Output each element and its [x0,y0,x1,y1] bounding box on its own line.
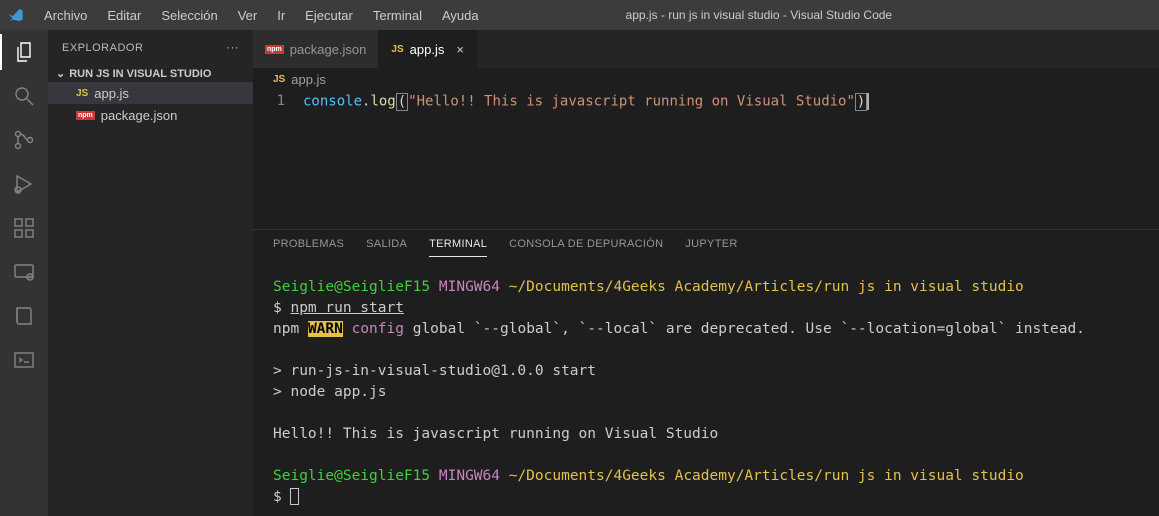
editor-area: npm package.json JS app.js × JS app.js 1… [253,30,1159,516]
folder-root[interactable]: ⌄ RUN JS IN VISUAL STUDIO [48,65,253,82]
file-label: app.js [94,86,129,101]
token-object: console [303,94,362,110]
menu-ir[interactable]: Ir [269,4,293,27]
sidebar-more-icon[interactable]: ··· [227,42,240,54]
panel-tabs: PROBLEMAS SALIDA TERMINAL CONSOLA DE DEP… [253,230,1159,265]
explorer-sidebar: EXPLORADOR ··· ⌄ RUN JS IN VISUAL STUDIO… [48,30,253,516]
js-icon: JS [273,74,285,85]
editor-cursor [867,93,869,110]
terminal-output-line: Hello!! This is javascript running on Vi… [273,426,718,442]
terminal-npm: npm [273,321,299,337]
folder-name: RUN JS IN VISUAL STUDIO [69,68,211,80]
bottom-panel: PROBLEMAS SALIDA TERMINAL CONSOLA DE DEP… [253,229,1159,516]
titlebar: Archivo Editar Selección Ver Ir Ejecutar… [0,0,1159,30]
panel-tab-salida[interactable]: SALIDA [366,238,407,257]
panel-tab-problemas[interactable]: PROBLEMAS [273,238,344,257]
breadcrumb[interactable]: JS app.js [253,68,1159,91]
menu-ejecutar[interactable]: Ejecutar [297,4,361,27]
line-number: 1 [253,93,303,110]
remote-icon[interactable] [10,258,38,286]
terminal-command: npm run start [290,300,404,316]
terminal-panel-icon[interactable] [10,346,38,374]
search-icon[interactable] [10,82,38,110]
js-icon: JS [391,44,403,55]
panel-tab-jupyter[interactable]: JUPYTER [685,238,737,257]
code-content[interactable]: console.log("Hello!! This is javascript … [303,93,869,110]
window-title: app.js - run js in visual studio - Visua… [491,8,1027,22]
extensions-icon[interactable] [10,214,38,242]
chevron-down-icon: ⌄ [56,67,65,80]
terminal-host: MINGW64 [439,468,500,484]
terminal-user: Seiglie@SeiglieF15 [273,279,430,295]
source-control-icon[interactable] [10,126,38,154]
terminal-host: MINGW64 [439,279,500,295]
file-package-json[interactable]: npm package.json [48,104,253,126]
tab-label: app.js [410,42,445,57]
token-string: "Hello!! This is javascript running on V… [408,94,855,110]
terminal-path: ~/Documents/4Geeks Academy/Articles/run … [509,279,1024,295]
terminal-line: > run-js-in-visual-studio@1.0.0 start [273,363,596,379]
terminal-warn-badge: WARN [308,321,343,337]
token-method: log [370,94,395,110]
sidebar-title: EXPLORADOR [62,42,143,54]
terminal-path: ~/Documents/4Geeks Academy/Articles/run … [509,468,1024,484]
terminal-warn-word: config [352,321,404,337]
menu-terminal[interactable]: Terminal [365,4,430,27]
menu-seleccion[interactable]: Selección [153,4,225,27]
js-icon: JS [76,88,88,99]
vscode-logo-icon [8,7,24,23]
menu-archivo[interactable]: Archivo [36,4,95,27]
tab-package-json[interactable]: npm package.json [253,30,379,68]
terminal-prompt: $ [273,300,290,316]
menu-ver[interactable]: Ver [230,4,266,27]
explorer-icon[interactable] [10,38,38,66]
terminal-warn-rest: global `--global`, `--local` are depreca… [404,321,1085,337]
close-icon[interactable]: × [456,42,464,57]
editor-line[interactable]: 1 console.log("Hello!! This is javascrip… [253,91,1159,112]
token-paren-open: ( [396,93,408,111]
file-app-js[interactable]: JS app.js [48,82,253,104]
token-paren-close: ) [855,93,867,111]
tab-label: package.json [290,42,367,57]
file-label: package.json [101,108,178,123]
panel-tab-terminal[interactable]: TERMINAL [429,238,487,257]
menu-editar[interactable]: Editar [99,4,149,27]
editor-tabs: npm package.json JS app.js × [253,30,1159,68]
tab-app-js[interactable]: JS app.js × [379,30,477,68]
menu-ayuda[interactable]: Ayuda [434,4,487,27]
terminal-user: Seiglie@SeiglieF15 [273,468,430,484]
terminal-prompt: $ [273,489,282,505]
terminal-line: > node app.js [273,384,387,400]
activity-bar [0,30,48,516]
breadcrumb-label: app.js [291,72,326,87]
npm-icon: npm [265,45,284,54]
run-debug-icon[interactable] [10,170,38,198]
panel-tab-consola[interactable]: CONSOLA DE DEPURACIÓN [509,238,663,257]
book-icon[interactable] [10,302,38,330]
terminal-cursor [290,488,299,505]
npm-icon: npm [76,111,95,120]
terminal-output[interactable]: Seiglie@SeiglieF15 MINGW64 ~/Documents/4… [253,265,1159,516]
